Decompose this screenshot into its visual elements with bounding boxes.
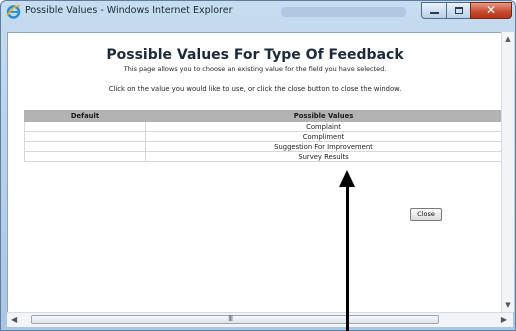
annotation-arrow-line <box>346 185 349 331</box>
vertical-scrollbar[interactable]: ▲ ▼ <box>501 32 514 312</box>
table-row[interactable]: Complaint <box>24 121 502 132</box>
maximize-button[interactable] <box>446 2 471 19</box>
page-content: Possible Values For Type Of Feedback Thi… <box>7 32 503 313</box>
scroll-right-icon[interactable]: ▶ <box>501 315 507 324</box>
close-icon: ✕ <box>485 3 497 17</box>
page-subtitle: This page allows you to choose an existi… <box>123 65 387 73</box>
table-row[interactable]: Suggestion For Improvement <box>24 141 502 152</box>
table-row[interactable]: Compliment <box>24 131 502 142</box>
scrollbar-grip: III <box>228 314 233 323</box>
default-cell <box>24 121 146 132</box>
default-cell <box>24 141 146 152</box>
window-title: Possible Values - Windows Internet Explo… <box>25 5 233 16</box>
horizontal-scrollbar[interactable]: ◀ III ▶ <box>7 312 513 327</box>
value-cell[interactable]: Compliment <box>145 131 502 142</box>
page-title: Possible Values For Type Of Feedback <box>106 47 404 63</box>
maximize-icon <box>455 7 463 14</box>
minimize-button[interactable] <box>421 2 447 19</box>
close-window-button[interactable]: ✕ <box>470 2 512 19</box>
value-cell[interactable]: Complaint <box>145 121 502 132</box>
internet-explorer-icon <box>6 5 21 19</box>
close-button[interactable]: Close <box>410 208 442 221</box>
scroll-left-icon[interactable]: ◀ <box>11 315 17 324</box>
page-instruction: Click on the value you would like to use… <box>108 85 402 93</box>
default-cell <box>24 151 146 162</box>
value-cell[interactable]: Suggestion For Improvement <box>145 141 502 152</box>
scroll-up-icon[interactable]: ▲ <box>504 35 512 43</box>
scroll-down-icon[interactable]: ▼ <box>504 301 512 309</box>
minimize-icon <box>430 12 439 14</box>
blurred-title-region <box>281 7 406 17</box>
title-bar[interactable]: Possible Values - Windows Internet Explo… <box>1 1 515 23</box>
column-header-default: Default <box>24 110 146 122</box>
scrollbar-thumb[interactable]: III <box>31 314 439 324</box>
possible-values-table: Default Possible Values Complaint Compli… <box>24 110 502 162</box>
default-cell <box>24 131 146 142</box>
value-cell[interactable]: Survey Results <box>145 151 502 162</box>
table-row[interactable]: Survey Results <box>24 151 502 162</box>
column-header-possible-values: Possible Values <box>145 110 502 122</box>
browser-window: Possible Values - Windows Internet Explo… <box>0 0 516 331</box>
table-header-row: Default Possible Values <box>24 110 502 122</box>
